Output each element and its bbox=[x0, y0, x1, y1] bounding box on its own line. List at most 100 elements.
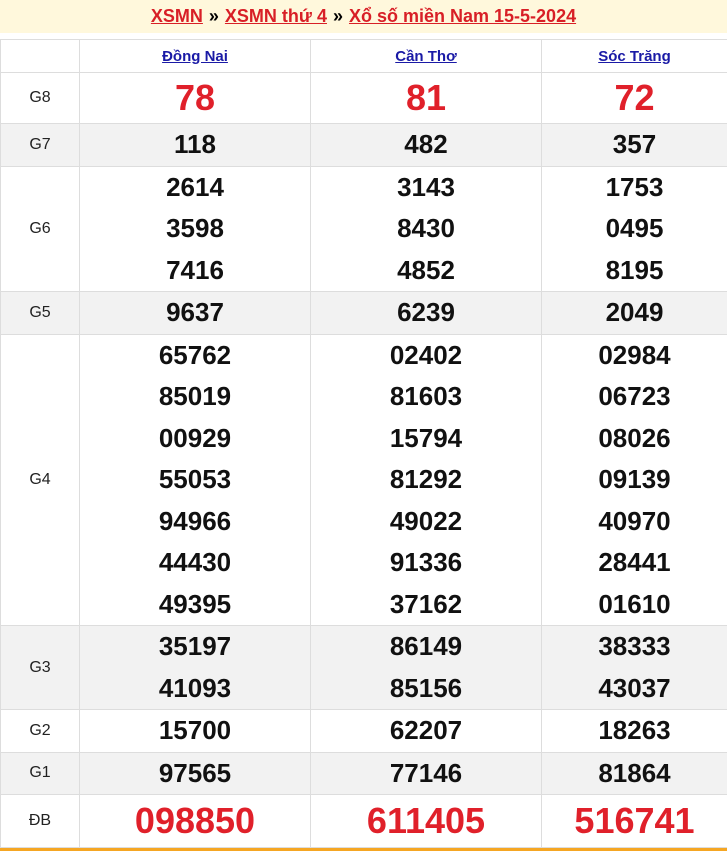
prize-number: 15700 bbox=[80, 710, 310, 752]
breadcrumb-separator: » bbox=[333, 6, 343, 27]
prize-number: 8430 bbox=[311, 208, 541, 250]
prize-number: 81292 bbox=[311, 459, 541, 501]
prize-cell: 357 bbox=[542, 124, 727, 167]
province-link-can-tho[interactable]: Cần Thơ bbox=[395, 48, 457, 65]
breadcrumb-link-xo-so-mien-nam[interactable]: Xổ số miền Nam 15-5-2024 bbox=[349, 6, 576, 27]
prize-cell: 81 bbox=[311, 73, 542, 124]
prize-cell: 97565 bbox=[80, 752, 311, 795]
prize-number: 15794 bbox=[311, 418, 541, 460]
prize-number: 94966 bbox=[80, 501, 310, 543]
prize-cell: 2049 bbox=[542, 292, 727, 335]
prize-number: 7416 bbox=[80, 250, 310, 292]
prize-number: 02402 bbox=[311, 335, 541, 377]
header-province-cell: Cần Thơ bbox=[311, 40, 542, 73]
prize-cell: 02984067230802609139409702844101610 bbox=[542, 334, 727, 626]
prize-label: G3 bbox=[1, 626, 80, 710]
prize-number: 9637 bbox=[80, 292, 310, 334]
province-link-soc-trang[interactable]: Sóc Trăng bbox=[598, 48, 671, 65]
prize-number: 40970 bbox=[542, 501, 727, 543]
prize-cell: 15700 bbox=[80, 710, 311, 753]
prize-label: G6 bbox=[1, 166, 80, 292]
prize-label: ĐB bbox=[1, 795, 80, 848]
prize-cell: 78 bbox=[80, 73, 311, 124]
prize-number: 3143 bbox=[311, 167, 541, 209]
breadcrumb-separator: » bbox=[209, 6, 219, 27]
prize-number: 81864 bbox=[542, 753, 727, 795]
prize-cell: 175304958195 bbox=[542, 166, 727, 292]
prize-number: 72 bbox=[542, 73, 727, 123]
prize-number: 28441 bbox=[542, 542, 727, 584]
prize-number: 97565 bbox=[80, 753, 310, 795]
prize-cell: 3519741093 bbox=[80, 626, 311, 710]
prize-label: G7 bbox=[1, 124, 80, 167]
prize-number: 02984 bbox=[542, 335, 727, 377]
prize-number: 49395 bbox=[80, 584, 310, 626]
prize-row: G465762850190092955053949664443049395024… bbox=[1, 334, 727, 626]
prize-label: G2 bbox=[1, 710, 80, 753]
prize-row: G1975657714681864 bbox=[1, 752, 727, 795]
prize-cell: 482 bbox=[311, 124, 542, 167]
breadcrumb-link-xsmn-thu-4[interactable]: XSMN thứ 4 bbox=[225, 6, 327, 27]
prize-number: 357 bbox=[542, 124, 727, 166]
header-province-cell: Sóc Trăng bbox=[542, 40, 727, 73]
prize-cell: 65762850190092955053949664443049395 bbox=[80, 334, 311, 626]
prize-number: 1753 bbox=[542, 167, 727, 209]
prize-number: 44430 bbox=[80, 542, 310, 584]
prize-cell: 9637 bbox=[80, 292, 311, 335]
prize-number: 85156 bbox=[311, 668, 541, 710]
prize-number: 3598 bbox=[80, 208, 310, 250]
prize-number: 86149 bbox=[311, 626, 541, 668]
prize-cell: 261435987416 bbox=[80, 166, 311, 292]
prize-number: 49022 bbox=[311, 501, 541, 543]
prize-cell: 18263 bbox=[542, 710, 727, 753]
prize-label: G5 bbox=[1, 292, 80, 335]
header-province-cell: Đồng Nai bbox=[80, 40, 311, 73]
prize-number: 08026 bbox=[542, 418, 727, 460]
prize-number: 118 bbox=[80, 124, 310, 166]
prize-number: 91336 bbox=[311, 542, 541, 584]
prize-number: 611405 bbox=[311, 795, 541, 847]
prize-cell: 611405 bbox=[311, 795, 542, 848]
prize-number: 6239 bbox=[311, 292, 541, 334]
prize-number: 55053 bbox=[80, 459, 310, 501]
prize-number: 4852 bbox=[311, 250, 541, 292]
table-header-row: Đồng Nai Cần Thơ Sóc Trăng bbox=[1, 40, 727, 73]
prize-label: G8 bbox=[1, 73, 80, 124]
prize-number: 00929 bbox=[80, 418, 310, 460]
province-link-dong-nai[interactable]: Đồng Nai bbox=[162, 48, 228, 65]
prize-cell: 3833343037 bbox=[542, 626, 727, 710]
prize-row: ĐB098850611405516741 bbox=[1, 795, 727, 848]
prize-number: 06723 bbox=[542, 376, 727, 418]
prize-number: 18263 bbox=[542, 710, 727, 752]
prize-number: 65762 bbox=[80, 335, 310, 377]
prize-cell: 118 bbox=[80, 124, 311, 167]
prize-cell: 314384304852 bbox=[311, 166, 542, 292]
prize-number: 2614 bbox=[80, 167, 310, 209]
prize-number: 41093 bbox=[80, 668, 310, 710]
header-prize-cell bbox=[1, 40, 80, 73]
prize-number: 8195 bbox=[542, 250, 727, 292]
prize-number: 62207 bbox=[311, 710, 541, 752]
prize-number: 38333 bbox=[542, 626, 727, 668]
prize-number: 35197 bbox=[80, 626, 310, 668]
prize-number: 01610 bbox=[542, 584, 727, 626]
prize-number: 0495 bbox=[542, 208, 727, 250]
prize-number: 85019 bbox=[80, 376, 310, 418]
prize-number: 37162 bbox=[311, 584, 541, 626]
prize-number: 77146 bbox=[311, 753, 541, 795]
prize-row: G7118482357 bbox=[1, 124, 727, 167]
prize-row: G5963762392049 bbox=[1, 292, 727, 335]
prize-number: 2049 bbox=[542, 292, 727, 334]
prize-label: G4 bbox=[1, 334, 80, 626]
prize-cell: 02402816031579481292490229133637162 bbox=[311, 334, 542, 626]
prize-number: 09139 bbox=[542, 459, 727, 501]
prize-cell: 516741 bbox=[542, 795, 727, 848]
prize-row: G8788172 bbox=[1, 73, 727, 124]
prize-row: G2157006220718263 bbox=[1, 710, 727, 753]
breadcrumb-link-xsmn[interactable]: XSMN bbox=[151, 6, 203, 27]
prize-cell: 77146 bbox=[311, 752, 542, 795]
prize-row: G3351974109386149851563833343037 bbox=[1, 626, 727, 710]
results-table: Đồng Nai Cần Thơ Sóc Trăng G8788172G7118… bbox=[0, 39, 727, 848]
prize-cell: 098850 bbox=[80, 795, 311, 848]
prize-number: 78 bbox=[80, 73, 310, 123]
